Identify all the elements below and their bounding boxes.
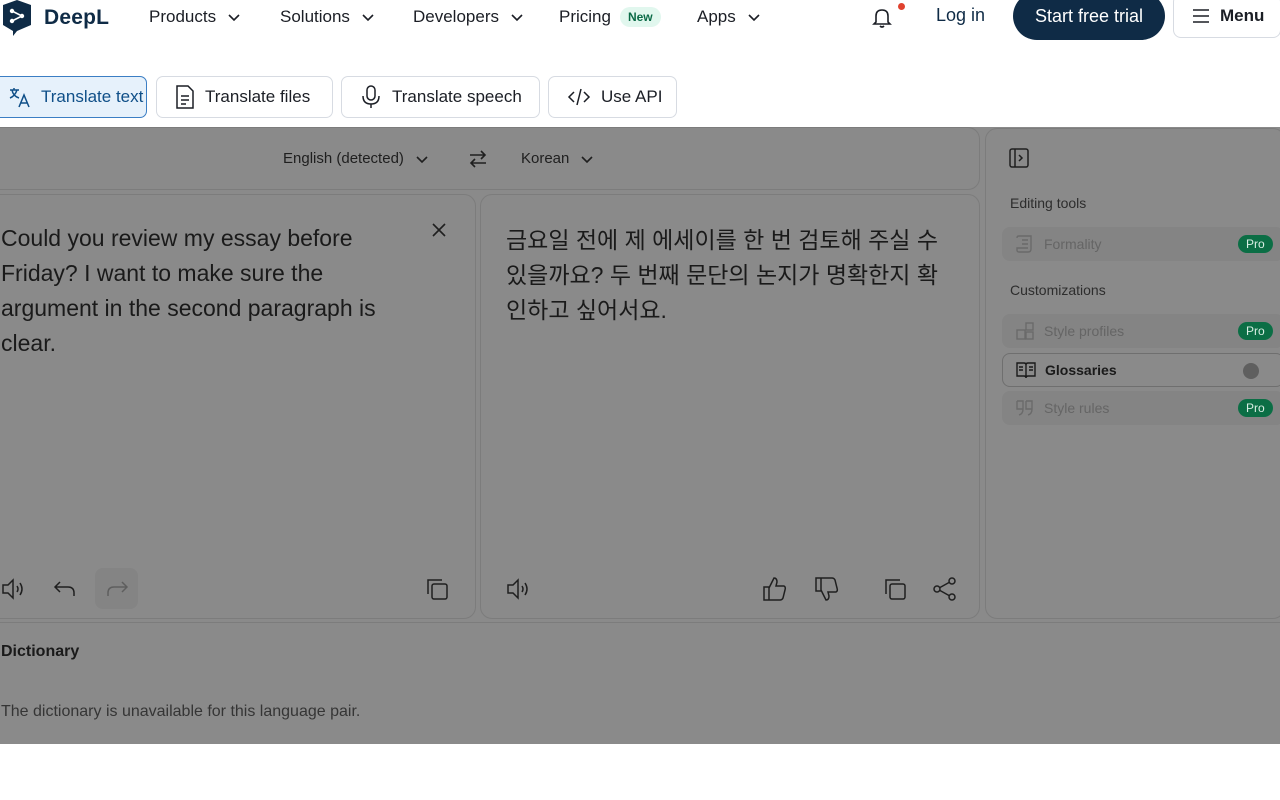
pro-badge: Pro	[1238, 235, 1273, 253]
glossaries-label: Glossaries	[1045, 362, 1117, 378]
book-icon	[1016, 362, 1036, 379]
dictionary-title: Dictionary	[1, 643, 80, 660]
swap-languages-icon[interactable]	[467, 148, 489, 170]
tab-translate-files[interactable]: Translate files	[156, 76, 333, 118]
copy-icon[interactable]	[424, 576, 450, 602]
formality-option[interactable]: Formality Pro	[1002, 227, 1280, 261]
deepl-logo-icon	[3, 0, 31, 36]
file-icon	[176, 85, 194, 109]
microphone-icon	[362, 85, 380, 108]
tab-use-api[interactable]: Use API	[548, 76, 677, 118]
redo-icon[interactable]	[104, 576, 130, 602]
language-bar	[0, 127, 980, 190]
nav-apps[interactable]: Apps	[697, 5, 760, 29]
copy-icon[interactable]	[882, 576, 908, 602]
notification-dot	[898, 3, 905, 10]
chevron-down-icon	[362, 14, 374, 22]
chevron-down-icon	[416, 155, 428, 163]
shapes-icon	[1016, 322, 1034, 340]
nav-developers[interactable]: Developers	[413, 5, 523, 29]
style-rules-label: Style rules	[1044, 400, 1110, 416]
login-link[interactable]: Log in	[936, 5, 985, 26]
share-icon[interactable]	[932, 576, 958, 602]
source-language-label: English (detected)	[283, 150, 404, 167]
style-profiles-option[interactable]: Style profiles Pro	[1002, 314, 1280, 348]
target-language-selector[interactable]: Korean	[521, 150, 593, 167]
nav-products-label: Products	[149, 7, 217, 26]
nav-pricing-label: Pricing	[559, 7, 611, 26]
source-language-selector[interactable]: English (detected)	[283, 150, 428, 167]
nav-solutions-label: Solutions	[280, 7, 350, 26]
tab-translate-text-label: Translate text	[41, 87, 144, 106]
brand-name: DeepL	[44, 6, 110, 29]
chevron-down-icon	[228, 14, 240, 22]
speaker-icon[interactable]	[1, 576, 27, 602]
undo-icon[interactable]	[52, 576, 78, 602]
formality-label: Formality	[1044, 236, 1102, 252]
nav-pricing[interactable]: Pricing New	[559, 5, 661, 29]
chevron-down-icon	[511, 14, 523, 22]
style-profiles-label: Style profiles	[1044, 323, 1125, 339]
thumbs-up-icon[interactable]	[762, 576, 788, 602]
nav-apps-label: Apps	[697, 7, 736, 26]
clear-text-icon[interactable]	[430, 221, 448, 239]
source-text-input[interactable]: Could you review my essay before Friday?…	[1, 221, 381, 361]
hamburger-icon	[1193, 9, 1209, 23]
deepl-logo[interactable]: DeepL	[0, 0, 109, 36]
tab-use-api-label: Use API	[601, 87, 663, 106]
start-free-trial-button[interactable]: Start free trial	[1013, 0, 1165, 40]
scroll-icon	[1016, 235, 1032, 253]
nav-products[interactable]: Products	[149, 5, 240, 29]
chevron-down-icon	[748, 14, 760, 22]
pro-badge: Pro	[1238, 399, 1273, 417]
speaker-icon[interactable]	[506, 576, 532, 602]
tab-translate-files-label: Translate files	[205, 87, 311, 106]
code-icon	[567, 88, 591, 106]
quote-icon	[1016, 400, 1033, 416]
menu-label: Menu	[1220, 6, 1265, 25]
new-badge: New	[619, 7, 661, 27]
dictionary-message: The dictionary is unavailable for this l…	[1, 703, 361, 720]
thumbs-down-icon[interactable]	[814, 576, 840, 602]
notification-bell-icon[interactable]	[870, 5, 894, 29]
nav-developers-label: Developers	[413, 7, 499, 26]
dictionary-divider	[0, 622, 1280, 623]
customizations-heading: Customizations	[1010, 282, 1106, 298]
nav-solutions[interactable]: Solutions	[280, 5, 374, 29]
pro-badge: Pro	[1238, 322, 1273, 340]
editing-tools-heading: Editing tools	[1010, 195, 1087, 211]
panel-toggle-icon[interactable]	[1009, 148, 1029, 168]
glossaries-toggle[interactable]	[1243, 363, 1259, 379]
translate-icon	[9, 88, 30, 108]
target-language-label: Korean	[521, 150, 570, 167]
style-rules-option[interactable]: Style rules Pro	[1002, 391, 1280, 425]
tab-translate-speech[interactable]: Translate speech	[341, 76, 540, 118]
top-navigation: DeepL Products Solutions Developers Pric…	[0, 0, 1280, 44]
menu-button[interactable]: Menu	[1173, 0, 1280, 38]
tab-translate-text[interactable]: Translate text	[0, 76, 147, 118]
chevron-down-icon	[581, 155, 593, 163]
glossaries-option[interactable]: Glossaries	[1002, 353, 1280, 387]
translated-text-output: 금요일 전에 제 에세이를 한 번 검토해 주실 수 있을까요? 두 번째 문단…	[506, 227, 939, 323]
tab-translate-speech-label: Translate speech	[392, 87, 522, 106]
